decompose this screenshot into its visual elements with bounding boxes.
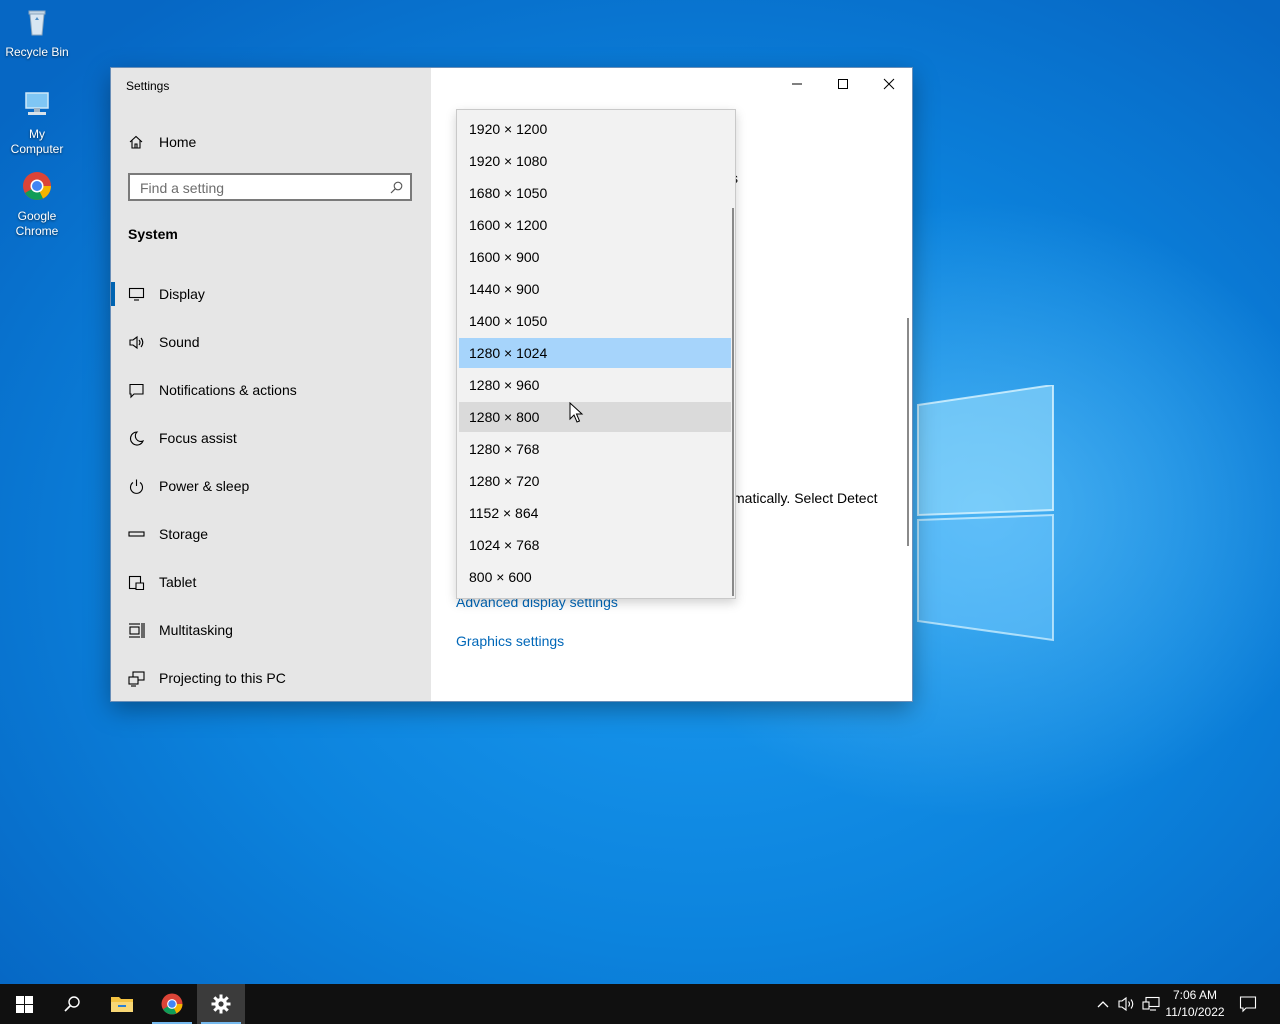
projecting-icon [128,670,145,687]
sidebar-item-sound[interactable]: Sound [111,318,431,366]
mouse-cursor-icon [569,402,584,423]
resolution-option[interactable]: 1280 × 720 [459,466,731,496]
notification-icon [1239,996,1257,1013]
action-center-button[interactable] [1234,984,1262,1024]
search-icon [64,996,80,1012]
taskbar-clock[interactable]: 7:06 AM 11/10/2022 [1160,987,1230,1021]
settings-taskbar-button[interactable] [197,984,245,1024]
start-button[interactable] [0,984,48,1024]
speaker-icon [1118,996,1134,1012]
clock-date: 11/10/2022 [1165,1005,1225,1019]
home-icon [129,135,143,149]
tablet-icon [128,575,145,590]
desktop-icon-recycle-bin[interactable]: Recycle Bin [0,6,74,60]
desktop-icon-label: Recycle Bin [5,45,69,59]
desktop-icon-my-computer[interactable]: My Computer [0,88,74,157]
home-label: Home [159,134,197,150]
windows-start-icon [15,995,33,1013]
network-button[interactable] [1140,984,1162,1024]
resolution-option[interactable]: 800 × 600 [459,562,731,592]
minimize-icon [792,83,802,85]
chrome-taskbar-button[interactable] [148,984,196,1024]
sidebar-item-projecting[interactable]: Projecting to this PC [111,654,431,701]
resolution-option[interactable]: 1400 × 1050 [459,306,731,336]
windows-logo-wallpaper [917,385,1054,642]
storage-icon [128,530,145,537]
file-explorer-button[interactable] [98,984,146,1024]
resolution-option[interactable]: 1280 × 1024 [459,338,731,368]
desktop-icon-google-chrome[interactable]: Google Chrome [0,170,74,239]
section-heading: System [128,226,178,242]
sidebar-item-multitasking[interactable]: Multitasking [111,606,431,654]
monitor-icon [128,287,145,301]
chrome-icon [161,993,183,1015]
resolution-option[interactable]: 1920 × 1080 [459,146,731,176]
sidebar-item-notifications[interactable]: Notifications & actions [111,366,431,414]
notification-icon [129,383,144,398]
sidebar-item-label: Display [159,286,205,302]
sidebar-item-display[interactable]: Display [111,270,431,318]
minimize-button[interactable] [774,68,820,100]
sidebar-item-tablet[interactable]: Tablet [111,558,431,606]
chrome-icon [23,172,51,200]
resolution-option[interactable]: 1600 × 1200 [459,210,731,240]
desktop-icon-label: Google Chrome [15,209,59,238]
computer-icon [25,92,49,115]
resolution-option[interactable]: 1920 × 1200 [459,114,731,144]
sidebar-item-label: Sound [159,334,200,350]
network-icon [1142,996,1160,1011]
settings-nav-list: Display Sound Notifications & actions Fo… [111,270,431,701]
search-icon [390,181,403,194]
sidebar-item-power-sleep[interactable]: Power & sleep [111,462,431,510]
sidebar-item-focus-assist[interactable]: Focus assist [111,414,431,462]
resolution-option[interactable]: 1280 × 768 [459,434,731,464]
settings-sidebar: Settings Home Find a setting System Disp… [111,68,431,701]
chevron-up-icon [1097,1001,1109,1008]
clock-time: 7:06 AM [1172,988,1218,1002]
resolution-option[interactable]: 1024 × 768 [459,530,731,560]
resolution-option[interactable]: 1152 × 864 [459,498,731,528]
sidebar-item-label: Notifications & actions [159,382,297,398]
content-scrollbar[interactable] [907,318,909,546]
search-input[interactable]: Find a setting [128,173,412,201]
close-button[interactable] [866,68,912,100]
sidebar-item-label: Multitasking [159,622,233,638]
folder-icon [111,997,133,1012]
maximize-button[interactable] [820,68,866,100]
resolution-option[interactable]: 1280 × 800 [459,402,731,432]
sidebar-item-label: Storage [159,526,209,542]
maximize-icon [838,79,848,89]
moon-icon [129,430,145,446]
sidebar-item-label: Projecting to this PC [159,670,286,686]
desktop-icon-label: My Computer [10,127,64,156]
sidebar-item-label: Focus assist [159,430,237,446]
resolution-options: 1920 × 1200 1920 × 1080 1680 × 1050 1600 × … [457,110,735,592]
sidebar-item-storage[interactable]: Storage [111,510,431,558]
multitasking-icon [129,622,145,638]
desktop: Recycle Bin My Computer Google Chrome Se… [0,0,1280,984]
resolution-option[interactable]: 1280 × 960 [459,370,731,400]
show-hidden-icons-button[interactable] [1094,984,1112,1024]
window-title: Settings [126,79,170,93]
dropdown-scrollbar[interactable] [732,208,734,596]
detect-description-text: matically. Select Detect [733,490,878,506]
graphics-settings-link[interactable]: Graphics settings [456,633,564,649]
window-controls [774,68,912,100]
volume-button[interactable] [1116,984,1138,1024]
home-nav-item[interactable]: Home [128,131,196,153]
speaker-icon [129,335,144,349]
sidebar-item-label: Power & sleep [159,478,250,494]
resolution-option[interactable]: 1680 × 1050 [459,178,731,208]
resolution-option[interactable]: 1440 × 900 [459,274,731,304]
gear-icon [211,994,231,1014]
taskbar: 7:06 AM 11/10/2022 [0,984,1280,1024]
resolution-dropdown-list: 1920 × 1200 1920 × 1080 1680 × 1050 1600 × … [456,109,736,599]
recycle-bin-icon [28,10,46,36]
close-icon [883,78,895,90]
sidebar-item-label: Tablet [159,574,197,590]
power-icon [129,479,144,494]
resolution-option[interactable]: 1600 × 900 [459,242,731,272]
search-button[interactable] [48,984,96,1024]
search-placeholder: Find a setting [140,180,225,196]
